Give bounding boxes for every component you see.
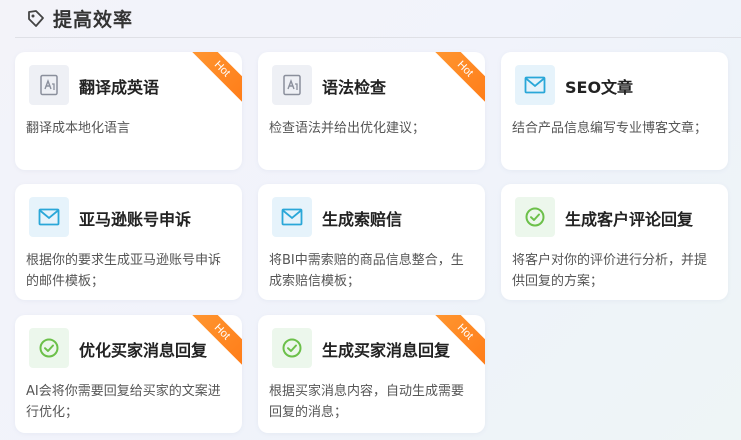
card-review-reply[interactable]: 生成客户评论回复 将客户对你的评价进行分析，并提供回复的方案； bbox=[501, 184, 728, 300]
hot-badge: Hot bbox=[183, 52, 242, 108]
tag-icon bbox=[25, 8, 47, 30]
check-circle-icon bbox=[515, 197, 555, 237]
card-claim-letter[interactable]: 生成索赔信 将BI中需索赔的商品信息整合，生成索赔信模板； bbox=[258, 184, 485, 300]
card-description: 翻译成本地化语言 bbox=[26, 121, 131, 136]
card-title: 优化买家消息回复 bbox=[79, 341, 208, 360]
document-a-icon bbox=[29, 65, 69, 105]
mail-icon bbox=[272, 197, 312, 237]
card-translate-english[interactable]: 翻译成英语 翻译成本地化语言 Hot bbox=[15, 52, 242, 170]
card-generate-buyer-reply[interactable]: 生成买家消息回复 根据买家消息内容，自动生成需要回复的消息； Hot bbox=[258, 315, 485, 433]
card-description: 将BI中需索赔的商品信息整合，生成索赔信模板； bbox=[269, 253, 464, 289]
section-header: 提高效率 bbox=[15, 0, 741, 38]
mail-icon bbox=[515, 65, 555, 105]
check-circle-icon bbox=[29, 328, 69, 368]
card-seo-article[interactable]: SEO文章 结合产品信息编写专业博客文章； bbox=[501, 52, 728, 170]
card-description: 结合产品信息编写专业博客文章； bbox=[512, 121, 708, 136]
card-grammar-check[interactable]: 语法检查 检查语法并给出优化建议； Hot bbox=[258, 52, 485, 170]
card-amazon-appeal[interactable]: 亚马逊账号申诉 根据你的要求生成亚马逊账号申诉的邮件模板； bbox=[15, 184, 242, 300]
card-description: 根据买家消息内容，自动生成需要回复的消息； bbox=[269, 384, 465, 420]
section-title: 提高效率 bbox=[53, 9, 134, 31]
card-title: SEO文章 bbox=[565, 78, 634, 97]
card-optimize-buyer-reply[interactable]: 优化买家消息回复 AI会将你需要回复给买家的文案进行优化； Hot bbox=[15, 315, 242, 433]
card-description: 根据你的要求生成亚马逊账号申诉的邮件模板； bbox=[26, 253, 222, 289]
card-description: 将客户对你的评价进行分析，并提供回复的方案； bbox=[512, 253, 708, 289]
check-circle-icon bbox=[272, 328, 312, 368]
hot-badge: Hot bbox=[426, 52, 485, 108]
mail-icon bbox=[29, 197, 69, 237]
card-title: 生成客户评论回复 bbox=[565, 210, 694, 229]
card-title: 翻译成英语 bbox=[79, 78, 160, 97]
card-title: 语法检查 bbox=[322, 78, 387, 97]
card-title: 亚马逊账号申诉 bbox=[79, 210, 192, 229]
card-description: 检查语法并给出优化建议； bbox=[269, 121, 426, 136]
document-a-icon bbox=[272, 65, 312, 105]
card-description: AI会将你需要回复给买家的文案进行优化； bbox=[26, 384, 221, 420]
card-title: 生成索赔信 bbox=[322, 210, 403, 229]
card-title: 生成买家消息回复 bbox=[322, 341, 451, 360]
